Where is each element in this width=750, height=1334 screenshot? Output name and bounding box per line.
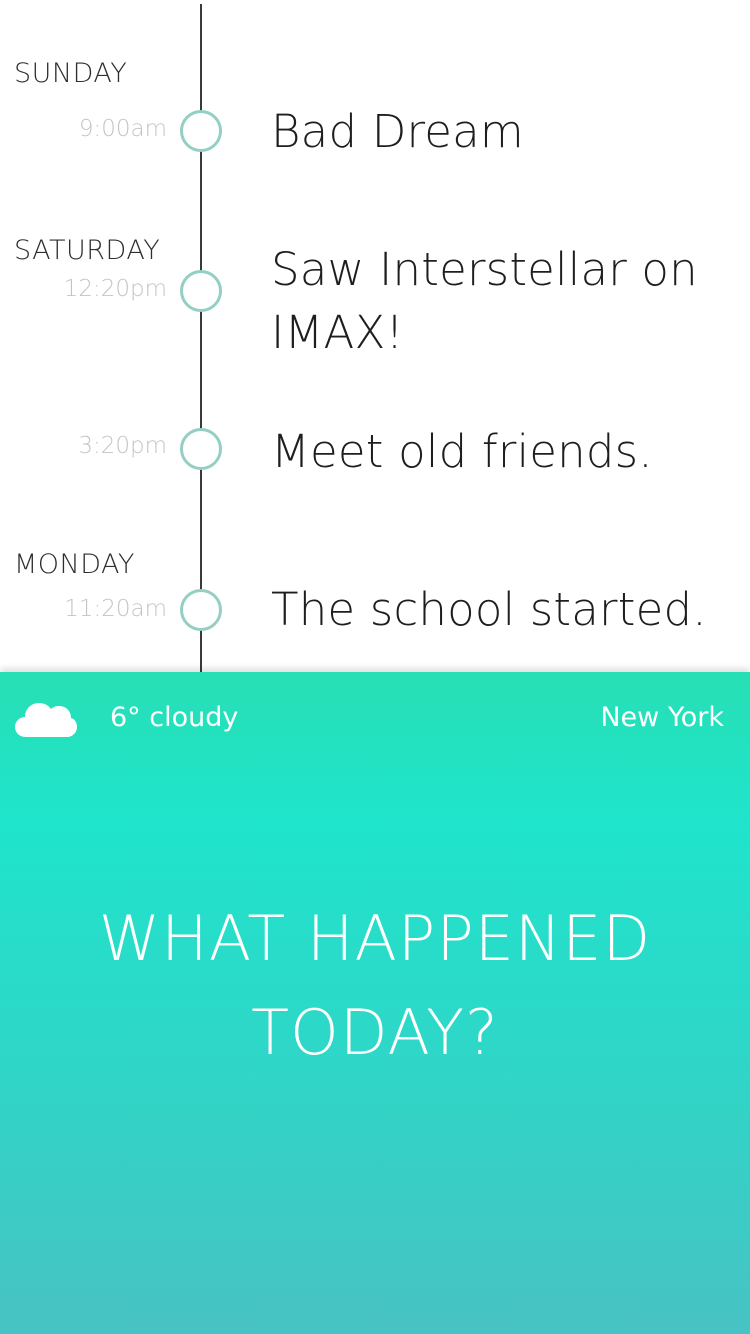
weather-summary: 6° cloudy [110, 702, 239, 733]
timeline: SUNDAY 9:00am Bad Dream SATURDAY 12:20pm… [0, 0, 750, 672]
entry-title: The school started. [271, 583, 707, 636]
day-label: MONDAY [14, 549, 135, 580]
entry-title: Bad Dream [271, 105, 524, 158]
timeline-node [180, 270, 222, 312]
timeline-node [180, 110, 222, 152]
day-label: SATURDAY [14, 235, 161, 266]
timeline-line [200, 4, 202, 672]
timeline-node [180, 589, 222, 631]
time-label: 3:20pm [78, 433, 167, 459]
today-prompt[interactable]: WHAT HAPPENED TODAY? [0, 892, 750, 1080]
time-label: 11:20am [64, 596, 167, 622]
timeline-node [180, 428, 222, 470]
entry-title: Meet old friends. [271, 425, 653, 478]
today-panel[interactable]: 6° cloudy New York WHAT HAPPENED TODAY? [0, 672, 750, 1334]
time-label: 9:00am [78, 116, 167, 142]
time-label: 12:20pm [63, 276, 167, 302]
cloud-icon [15, 703, 77, 737]
prompt-line-2: TODAY? [251, 996, 499, 1069]
day-label: SUNDAY [14, 58, 128, 89]
prompt-line-1: WHAT HAPPENED [98, 902, 652, 975]
entry-title: Saw Interstellar on IMAX! [271, 243, 698, 359]
weather-location: New York [600, 702, 724, 733]
